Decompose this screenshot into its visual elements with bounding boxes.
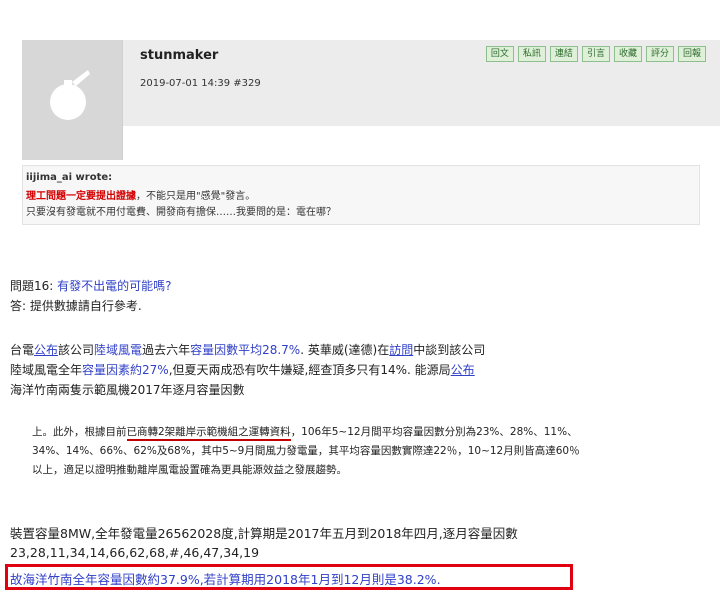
private-message-button[interactable]: 私訊 <box>517 46 546 62</box>
rate-button[interactable]: 評分 <box>645 46 674 62</box>
text-segment: ,但夏天兩成恐有吹牛嫌疑,經查頂多只有 <box>168 363 381 377</box>
underlined-phrase: 已商轉2架離岸示範機組之運轉資料 <box>126 426 291 441</box>
link-button[interactable]: 連結 <box>549 46 578 62</box>
interview-link[interactable]: 訪問 <box>389 343 413 357</box>
question-line: 問題16: 有發不出電的可能嗎? <box>10 277 172 294</box>
text-segment: . 能源局 <box>407 363 451 377</box>
quote-line-1-rest: ，不能只是用"感覺"發言。 <box>136 191 256 202</box>
text-segment: 上。此外，根據目前 <box>32 426 127 438</box>
quote-author: iijima_ai wrote: <box>26 172 113 183</box>
energy-bureau-link[interactable]: 公布 <box>451 363 475 377</box>
text-segment: 過去六年 <box>142 343 191 357</box>
stats-line-2: 23,28,11,34,14,66,62,68,#,46,47,34,19 <box>10 545 260 560</box>
onshore-wind-term: 陸域風電 <box>94 343 143 357</box>
excerpt-line-3: 以上，適足以證明推動離岸風電設置確為更具能源效益之發展趨勢。 <box>32 464 347 476</box>
announcement-link[interactable]: 公布 <box>34 343 58 357</box>
text-segment: . 英華威(達德)在 <box>300 343 390 357</box>
text-segment: 陸域風電全年 <box>10 363 83 377</box>
quote-line-1: 理工問題一定要提出證據，不能只是用"感覺"發言。 <box>26 187 255 202</box>
text-segment: ，106年5~12月間平均容量因數分別為23%、28%、11%、 <box>290 426 578 438</box>
paragraph-line-2: 陸域風電全年容量因素約27%,但夏天兩成恐有吹牛嫌疑,經查頂多只有14%. 能源… <box>10 361 475 378</box>
text-segment: 14% <box>380 363 408 377</box>
post-username[interactable]: stunmaker <box>140 48 218 63</box>
avatar-image-icon <box>50 70 90 120</box>
text-segment: 該公司 <box>58 343 95 357</box>
paragraph-line-1: 台電公布該公司陸域風電過去六年容量因數平均28.7%. 英華威(達德)在訪問中談… <box>10 341 485 358</box>
capacity-factor-term: 容量因數平均28.7% <box>190 343 301 357</box>
excerpt-line-2: 34%、14%、66%、62%及68%，其中5~9月間風力發電量，其平均容量因數… <box>32 445 580 457</box>
post-meta: 2019-07-01 14:39 #329 <box>140 78 261 89</box>
stats-line-1: 裝置容量8MW,全年發電量26562028度,計算期是2017年五月到2018年… <box>10 526 518 541</box>
capacity-factor-term-2: 容量因素約27% <box>82 363 169 377</box>
favorite-button[interactable]: 收藏 <box>613 46 642 62</box>
report-button[interactable]: 回報 <box>677 46 706 62</box>
text-segment: 台電 <box>10 343 35 357</box>
conclusion-text: 故海洋竹南全年容量因數約37.9%,若計算期用2018年1月到12月則是38.2… <box>10 572 441 587</box>
quote-emphasis: 理工問題一定要提出證據 <box>26 191 136 202</box>
question-text: 有發不出電的可能嗎? <box>57 279 172 293</box>
quote-line-2: 只要沒有發電就不用付電費、開發商有擔保……我要問的是：電在哪？ <box>26 207 336 218</box>
text-segment: 中談到該公司 <box>413 343 486 357</box>
quote-button[interactable]: 引言 <box>581 46 610 62</box>
question-label: 問題16: <box>10 279 58 293</box>
post-action-bar: 回文 私訊 連結 引言 收藏 評分 回報 <box>485 46 706 62</box>
answer-line: 答: 提供數據請自行參考. <box>10 299 142 313</box>
avatar[interactable] <box>22 40 123 160</box>
excerpt-line-1: 上。此外，根據目前已商轉2架離岸示範機組之運轉資料，106年5~12月間平均容量… <box>32 424 578 441</box>
reply-button[interactable]: 回文 <box>485 46 514 62</box>
paragraph-line-3: 海洋竹南兩隻示範風機2017年逐月容量因數 <box>10 383 245 397</box>
